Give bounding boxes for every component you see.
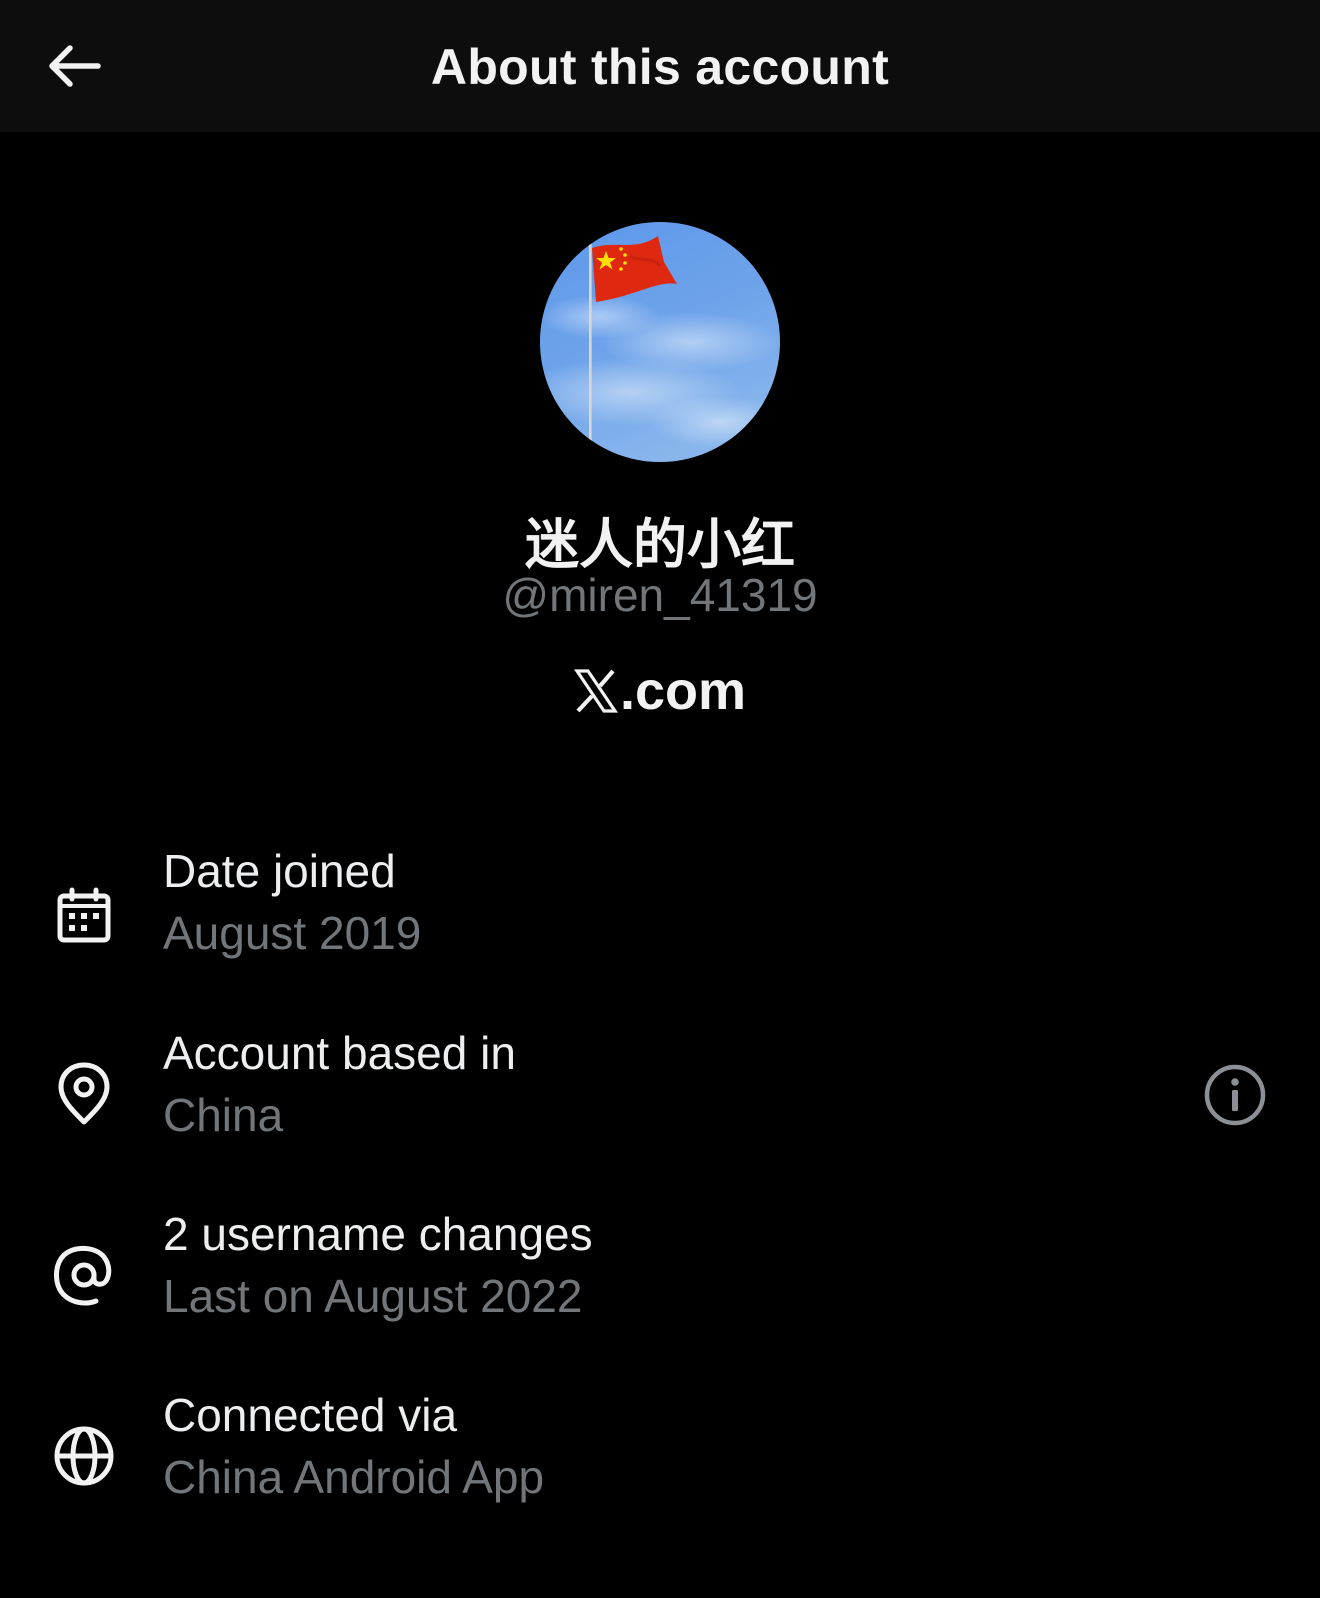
row-title: Connected via <box>163 1389 458 1441</box>
x-logo-icon <box>573 669 618 713</box>
detail-row-username-changes: 2 username changes Last on August 2022 <box>0 1208 1320 1353</box>
detail-row-date-joined: Date joined August 2019 <box>0 845 1320 990</box>
site-suffix: .com <box>619 661 747 721</box>
row-title: Account based in <box>163 1027 516 1079</box>
globe-icon <box>50 1422 118 1490</box>
row-value: China <box>163 1089 284 1141</box>
site-label: .com <box>0 660 1320 722</box>
info-icon <box>1204 1064 1266 1126</box>
row-value: August 2019 <box>163 907 422 959</box>
row-value: Last on August 2022 <box>163 1270 583 1322</box>
row-title: Date joined <box>163 845 396 897</box>
avatar-image <box>540 222 780 462</box>
detail-row-connected-via: Connected via China Android App <box>0 1389 1320 1534</box>
detail-row-account-based-in: Account based in China <box>0 1027 1320 1172</box>
row-value: China Android App <box>163 1451 545 1503</box>
arrow-left-icon <box>49 45 101 87</box>
calendar-icon <box>50 882 118 950</box>
row-title: 2 username changes <box>163 1208 593 1260</box>
back-button[interactable] <box>36 28 112 104</box>
info-button[interactable] <box>1200 1060 1270 1130</box>
top-bar: About this account <box>0 0 1320 132</box>
avatar[interactable] <box>540 222 780 462</box>
page-title: About this account <box>430 39 890 95</box>
location-pin-icon <box>50 1060 118 1128</box>
at-sign-icon <box>50 1241 118 1309</box>
username-handle: @miren_41319 <box>502 569 818 621</box>
